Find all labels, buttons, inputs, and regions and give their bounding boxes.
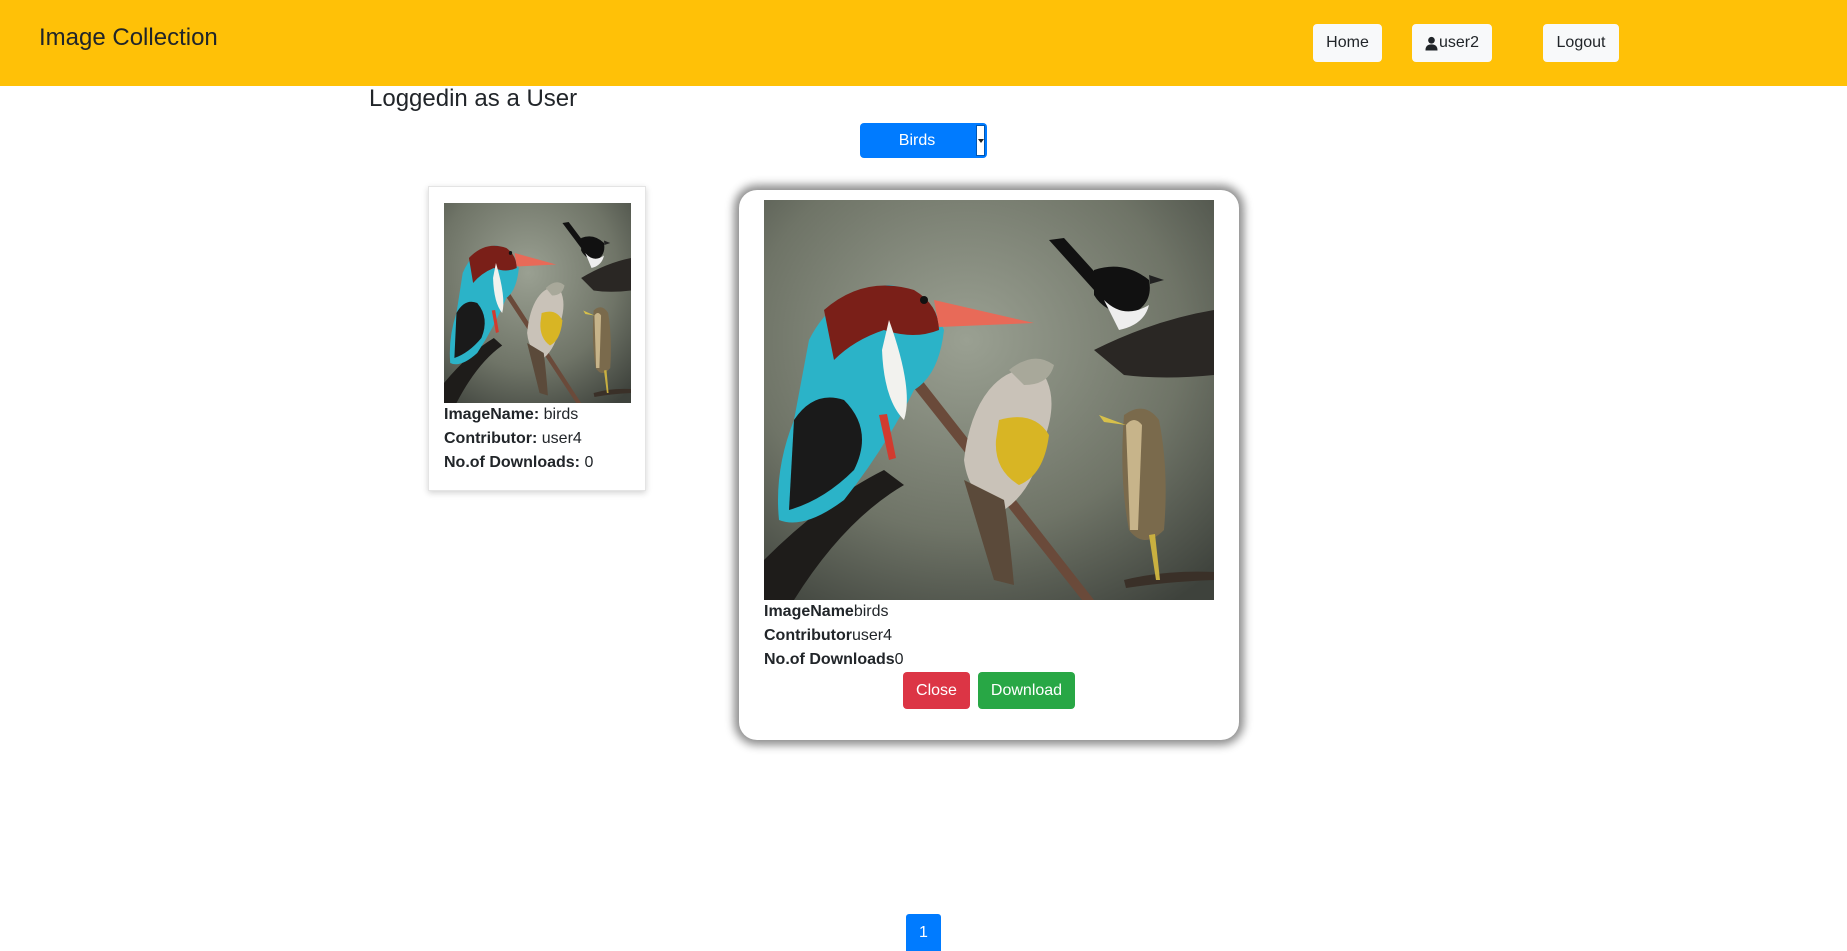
user-name-label: user2 bbox=[1438, 34, 1479, 51]
modal-image-name-label: ImageName bbox=[764, 603, 854, 620]
image-thumbnail[interactable] bbox=[444, 203, 631, 403]
modal-image-name: ImageNamebirds bbox=[764, 603, 889, 621]
user-profile-button[interactable]: user2 bbox=[1412, 24, 1492, 62]
image-preview-modal: ImageNamebirds Contributoruser4 No.of Do… bbox=[739, 190, 1239, 740]
category-dropdown-button[interactable]: Birds bbox=[860, 123, 974, 158]
card-downloads-value: 0 bbox=[584, 454, 594, 471]
card-downloads-label: No.of Downloads: bbox=[444, 454, 580, 471]
card-contributor-label: Contributor: bbox=[444, 430, 538, 447]
modal-contributor-label: Contributor bbox=[764, 627, 852, 644]
close-button[interactable]: Close bbox=[903, 672, 970, 709]
user-icon bbox=[1425, 36, 1438, 50]
modal-downloads: No.of Downloads0 bbox=[764, 651, 904, 669]
caret-down-icon bbox=[977, 138, 984, 143]
pagination-page-1[interactable]: 1 bbox=[906, 914, 941, 951]
home-button[interactable]: Home bbox=[1313, 24, 1382, 62]
image-preview bbox=[764, 200, 1214, 600]
modal-contributor: Contributoruser4 bbox=[764, 627, 892, 645]
category-dropdown[interactable]: Birds bbox=[860, 123, 987, 158]
download-button[interactable]: Download bbox=[978, 672, 1075, 709]
card-image-name: ImageName: birds bbox=[444, 406, 578, 424]
card-contributor: Contributor: user4 bbox=[444, 430, 582, 448]
modal-contributor-value: user4 bbox=[851, 627, 893, 644]
brand-title: Image Collection bbox=[39, 24, 218, 51]
card-downloads: No.of Downloads: 0 bbox=[444, 454, 593, 472]
modal-downloads-label: No.of Downloads bbox=[764, 651, 895, 668]
card-image-name-label: ImageName: bbox=[444, 406, 540, 423]
modal-image-name-value: birds bbox=[853, 603, 889, 620]
logged-in-status: Loggedin as a User bbox=[369, 85, 578, 112]
card-contributor-value: user4 bbox=[541, 430, 582, 447]
image-card[interactable]: ImageName: birds Contributor: user4 No.o… bbox=[428, 186, 646, 491]
category-dropdown-toggle[interactable] bbox=[974, 123, 987, 158]
card-image-name-value: birds bbox=[543, 406, 579, 423]
modal-downloads-value: 0 bbox=[894, 651, 904, 668]
top-navbar: Image Collection Home user2 Logout bbox=[0, 0, 1847, 86]
logout-button[interactable]: Logout bbox=[1543, 24, 1619, 62]
